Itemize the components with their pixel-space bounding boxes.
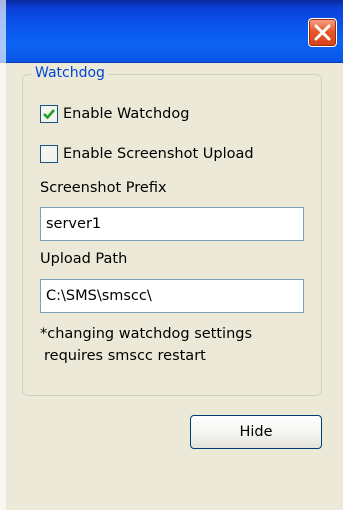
enable-screenshot-upload-label[interactable]: Enable Screenshot Upload bbox=[63, 146, 254, 162]
restart-note: *changing watchdog settings requires sms… bbox=[40, 323, 252, 367]
enable-screenshot-upload-option[interactable]: Enable Screenshot Upload bbox=[40, 143, 254, 165]
upload-path-input[interactable]: C:\SMS\smscc\ bbox=[40, 279, 304, 313]
hide-button[interactable]: Hide bbox=[190, 415, 322, 449]
enable-watchdog-checkbox[interactable] bbox=[40, 105, 58, 123]
checkmark-icon bbox=[43, 109, 55, 120]
enable-watchdog-option[interactable]: Enable Watchdog bbox=[40, 103, 189, 125]
watchdog-group-legend: Watchdog bbox=[32, 64, 108, 82]
screenshot-prefix-label: Screenshot Prefix bbox=[40, 180, 167, 196]
upload-path-label: Upload Path bbox=[40, 251, 128, 267]
close-button[interactable] bbox=[308, 18, 337, 47]
restart-note-line1: *changing watchdog settings bbox=[40, 326, 253, 342]
settings-window: Watchdog Enable Watchdog Enable Screensh… bbox=[0, 0, 343, 510]
title-bar[interactable] bbox=[0, 0, 343, 63]
screenshot-prefix-input[interactable]: server1 bbox=[40, 207, 304, 241]
restart-note-line2: requires smscc restart bbox=[44, 348, 206, 364]
enable-screenshot-upload-checkbox[interactable] bbox=[40, 145, 58, 163]
edge-fade bbox=[0, 0, 6, 510]
enable-watchdog-label[interactable]: Enable Watchdog bbox=[63, 106, 189, 122]
